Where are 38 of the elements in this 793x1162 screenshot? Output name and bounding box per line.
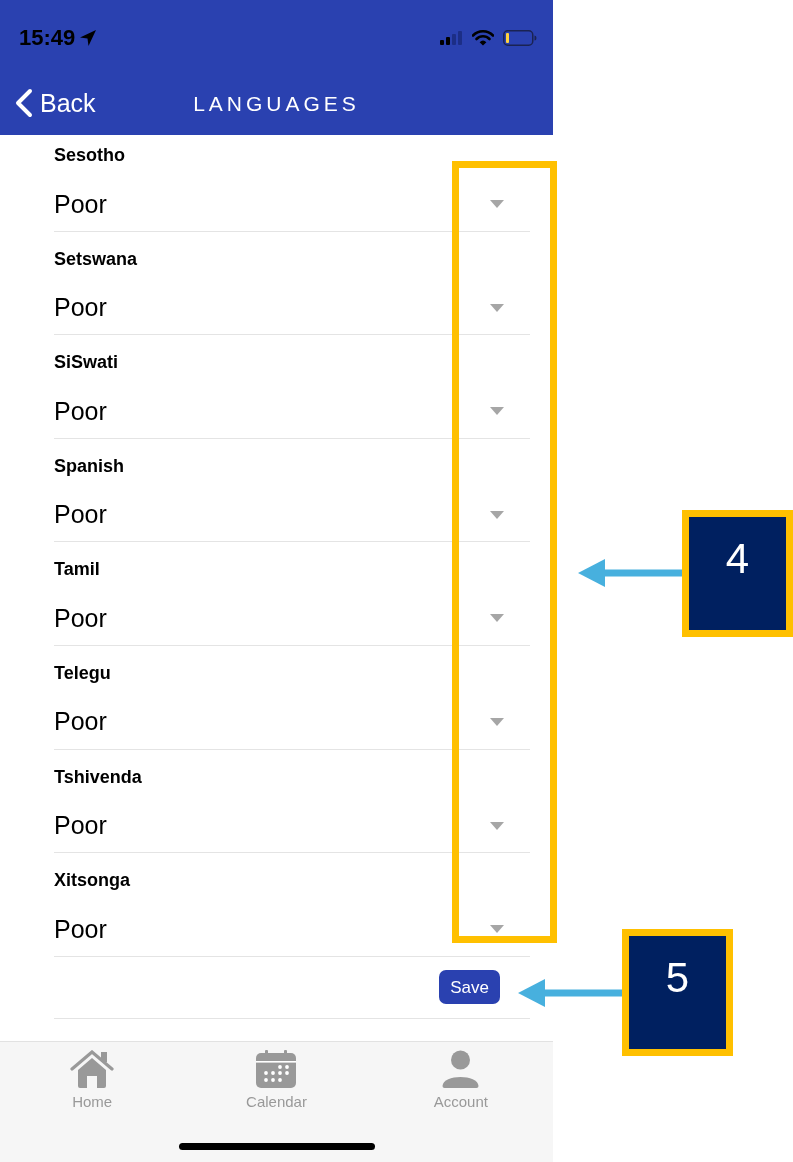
caret-down-icon (490, 925, 504, 934)
back-button[interactable]: Back (0, 88, 96, 118)
caret-down-icon (490, 200, 504, 208)
caret-down-icon (490, 407, 504, 416)
proficiency-select[interactable]: Poor (54, 388, 530, 435)
caret-down-icon (490, 614, 504, 623)
language-label: Xitsonga (54, 869, 130, 891)
language-label: SiSwati (54, 351, 119, 373)
caret-down-icon (490, 717, 504, 726)
location-arrow-icon (79, 29, 98, 47)
language-label: Tamil (54, 558, 100, 580)
signal-icon (440, 31, 463, 45)
proficiency-select[interactable]: Poor (54, 181, 530, 227)
battery-icon (503, 30, 537, 46)
proficiency-select[interactable]: Poor (54, 284, 530, 331)
calendar-icon (256, 1050, 297, 1088)
proficiency-select[interactable]: Poor (54, 698, 530, 745)
proficiency-select[interactable]: Poor (54, 491, 530, 538)
language-label: Sesotho (54, 144, 125, 165)
caret-down-icon (490, 303, 504, 312)
callout-number: 4 (682, 510, 793, 637)
caret-down-icon (490, 510, 504, 519)
status-time: 15:49 (19, 27, 76, 49)
proficiency-select[interactable]: Poor (54, 802, 530, 849)
proficiency-select[interactable]: Poor (54, 595, 530, 642)
screen-title: LANGUAGES (193, 92, 360, 114)
chevron-left-icon (14, 88, 34, 118)
callout-number: 5 (622, 929, 733, 1056)
language-label: Telegu (54, 661, 111, 683)
wifi-icon (472, 30, 494, 46)
caret-down-icon (490, 821, 504, 830)
language-label: Tshivenda (54, 765, 142, 787)
save-button[interactable]: Save (439, 970, 500, 1005)
person-icon (442, 1050, 480, 1088)
language-label: Setswana (54, 247, 138, 269)
house-icon (70, 1050, 115, 1088)
proficiency-select[interactable]: Poor (54, 906, 530, 953)
language-label: Spanish (54, 454, 124, 476)
